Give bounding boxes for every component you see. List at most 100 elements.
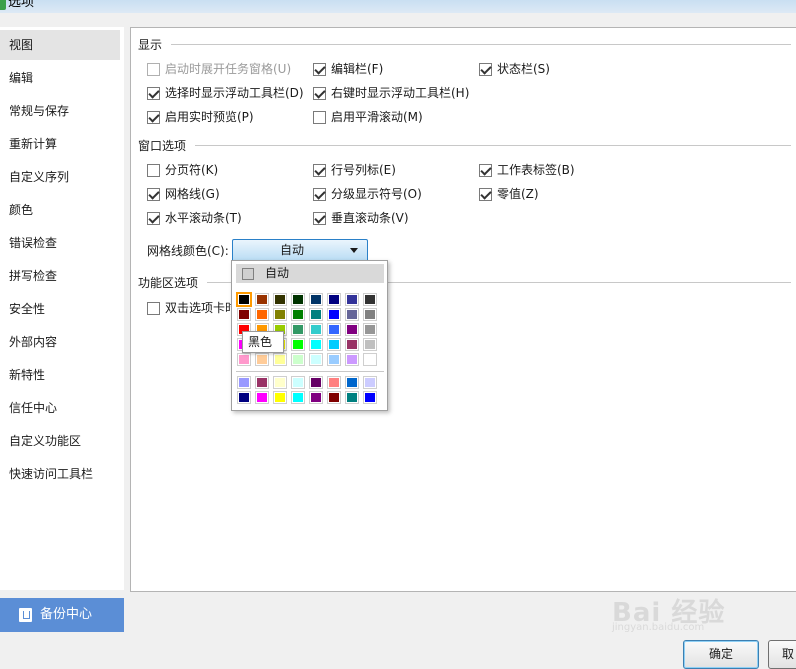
color-swatch[interactable]	[363, 323, 377, 336]
checkbox-box[interactable]	[147, 63, 160, 76]
color-swatch[interactable]	[363, 338, 377, 351]
color-swatch[interactable]	[255, 376, 269, 389]
color-swatch[interactable]	[309, 323, 323, 336]
sidebar-item-new-features[interactable]: 新特性	[0, 360, 120, 390]
color-swatch[interactable]	[345, 338, 359, 351]
color-swatch[interactable]	[291, 338, 305, 351]
color-swatch[interactable]	[273, 308, 287, 321]
color-swatch[interactable]	[345, 308, 359, 321]
checkbox-box[interactable]	[147, 302, 160, 315]
backup-center-button[interactable]: 备份中心	[0, 598, 124, 632]
color-swatch[interactable]	[363, 376, 377, 389]
color-swatch[interactable]	[327, 308, 341, 321]
checkbox-box[interactable]	[313, 63, 326, 76]
sidebar-item-quick-access[interactable]: 快速访问工具栏	[0, 459, 120, 489]
color-swatch[interactable]	[327, 353, 341, 366]
color-tooltip: 黑色	[242, 331, 284, 353]
checkbox-box[interactable]	[313, 212, 326, 225]
palette-auto-option[interactable]: 自动	[236, 264, 384, 283]
sidebar-item-spell-check[interactable]: 拼写检查	[0, 261, 120, 291]
color-swatch[interactable]	[237, 376, 251, 389]
color-swatch[interactable]	[237, 353, 251, 366]
auto-color-label: 自动	[265, 266, 290, 280]
color-swatch[interactable]	[363, 353, 377, 366]
color-swatch[interactable]	[309, 376, 323, 389]
color-swatch[interactable]	[327, 376, 341, 389]
color-swatch[interactable]	[291, 391, 305, 404]
color-swatch[interactable]	[291, 293, 305, 306]
checkbox-box[interactable]	[147, 111, 160, 124]
chevron-down-icon	[350, 248, 358, 253]
color-swatch[interactable]	[291, 323, 305, 336]
color-swatch[interactable]	[309, 308, 323, 321]
color-swatch[interactable]	[273, 353, 287, 366]
checkbox-label: 分页符(K)	[165, 163, 219, 177]
color-swatch[interactable]	[237, 308, 251, 321]
auto-color-swatch	[242, 268, 254, 280]
color-swatch[interactable]	[363, 293, 377, 306]
checkbox-label: 工作表标签(B)	[497, 163, 575, 177]
gridline-color-value: 自动	[279, 243, 304, 257]
sidebar-item-general-save[interactable]: 常规与保存	[0, 96, 120, 126]
checkbox-box[interactable]	[479, 164, 492, 177]
color-swatch[interactable]	[309, 338, 323, 351]
sidebar-item-custom-lists[interactable]: 自定义序列	[0, 162, 120, 192]
color-swatch[interactable]	[327, 323, 341, 336]
checkbox-label: 水平滚动条(T)	[165, 211, 242, 225]
color-swatch[interactable]	[236, 292, 252, 307]
sidebar-item-trust-center[interactable]: 信任中心	[0, 393, 120, 423]
window-group-line	[195, 145, 791, 146]
checkbox-label: 零值(Z)	[497, 187, 539, 201]
checkbox-box[interactable]	[313, 164, 326, 177]
checkbox-box[interactable]	[313, 87, 326, 100]
app-icon	[0, 0, 6, 10]
color-swatch[interactable]	[291, 353, 305, 366]
sidebar-item-color[interactable]: 颜色	[0, 195, 120, 225]
color-swatch[interactable]	[291, 376, 305, 389]
color-swatch[interactable]	[327, 293, 341, 306]
cancel-button[interactable]: 取	[768, 640, 796, 669]
color-swatch[interactable]	[291, 308, 305, 321]
color-swatch[interactable]	[327, 391, 341, 404]
sidebar-item-edit[interactable]: 编辑	[0, 63, 120, 93]
color-swatch[interactable]	[309, 353, 323, 366]
color-swatch[interactable]	[255, 391, 269, 404]
color-swatch[interactable]	[255, 353, 269, 366]
color-swatch[interactable]	[255, 293, 269, 306]
ok-button[interactable]: 确定	[683, 640, 759, 669]
checkbox-box[interactable]	[147, 164, 160, 177]
checkbox-box[interactable]	[313, 111, 326, 124]
color-swatch[interactable]	[345, 323, 359, 336]
checkbox-box[interactable]	[147, 212, 160, 225]
baidu-watermark: Bai 经验 jingyan.baidu.com	[612, 592, 787, 633]
checkbox-box[interactable]	[147, 87, 160, 100]
palette-separator	[236, 371, 384, 372]
color-swatch[interactable]	[345, 376, 359, 389]
color-swatch[interactable]	[345, 353, 359, 366]
sidebar-item-recalc[interactable]: 重新计算	[0, 129, 120, 159]
color-swatch[interactable]	[309, 293, 323, 306]
color-swatch[interactable]	[273, 376, 287, 389]
color-swatch[interactable]	[327, 338, 341, 351]
color-swatch[interactable]	[273, 391, 287, 404]
color-swatch[interactable]	[345, 293, 359, 306]
checkbox-box[interactable]	[147, 188, 160, 201]
sidebar-item-view[interactable]: 视图	[0, 30, 120, 60]
gridline-color-dropdown[interactable]: 自动	[232, 239, 368, 262]
color-swatch[interactable]	[309, 391, 323, 404]
checkbox-box[interactable]	[479, 188, 492, 201]
color-swatch[interactable]	[237, 391, 251, 404]
checkbox-box[interactable]	[313, 188, 326, 201]
color-swatch[interactable]	[363, 308, 377, 321]
color-swatch[interactable]	[363, 391, 377, 404]
sidebar-item-error-check[interactable]: 错误检查	[0, 228, 120, 258]
sidebar-item-custom-ribbon[interactable]: 自定义功能区	[0, 426, 120, 456]
sidebar-item-security[interactable]: 安全性	[0, 294, 120, 324]
checkbox-box[interactable]	[479, 63, 492, 76]
backup-center-label: 备份中心	[40, 607, 93, 622]
color-swatch[interactable]	[273, 293, 287, 306]
sidebar-item-external[interactable]: 外部内容	[0, 327, 120, 357]
title-bar: 选项	[0, 0, 796, 13]
color-swatch[interactable]	[345, 391, 359, 404]
color-swatch[interactable]	[255, 308, 269, 321]
